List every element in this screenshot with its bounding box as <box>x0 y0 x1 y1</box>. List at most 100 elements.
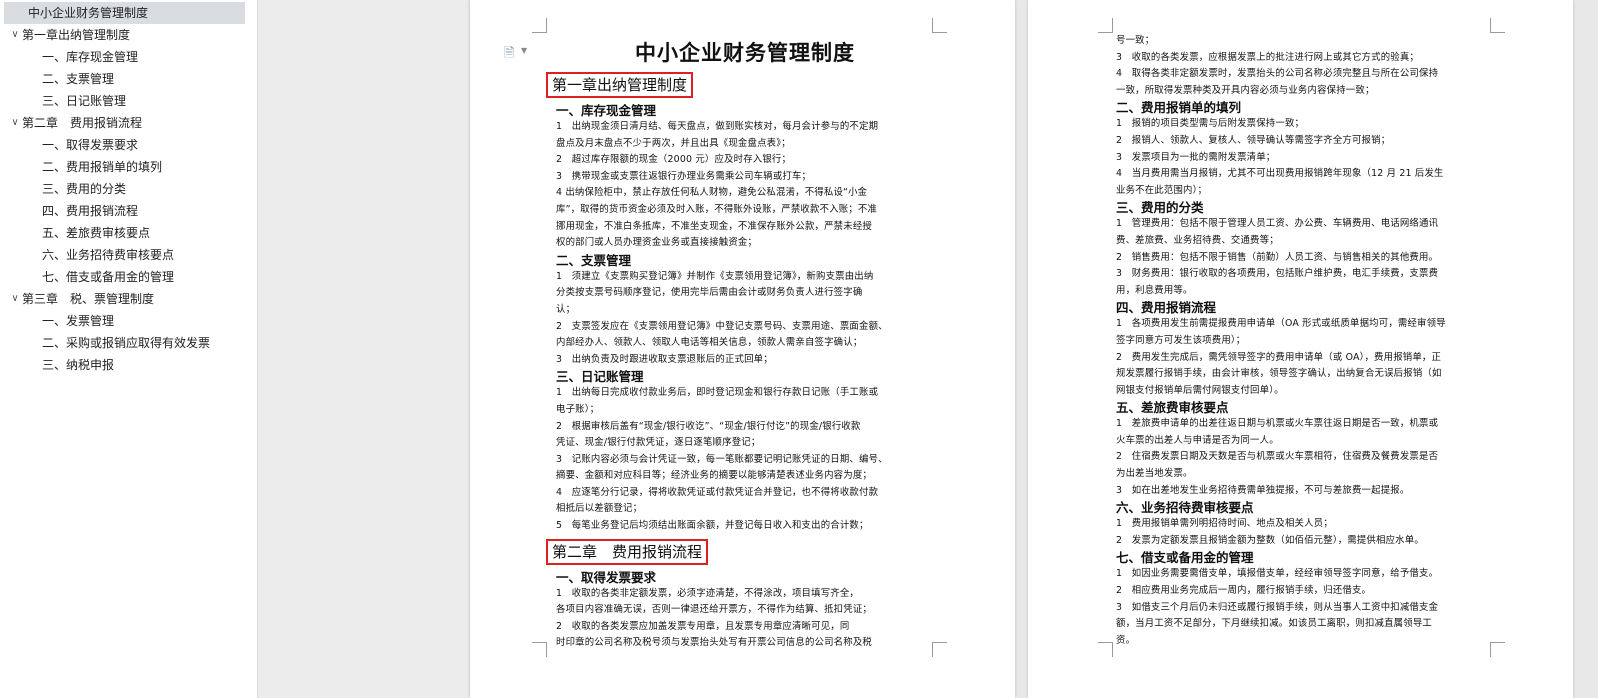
workspace-gap <box>258 0 468 698</box>
section-body: 1 须建立《支票购买登记簿》并制作《支票领用登记簿》，新购支票由出纳 分类按支票号… <box>556 269 934 369</box>
body-text-line: 2 销售费用：包括不限于销售（前勤）人员工资、与销售相关的其他费用。 <box>1116 251 1439 263</box>
body-text-line: 用，利息费用等。 <box>1116 284 1193 296</box>
nav-item[interactable]: 五、差旅费审核要点 <box>0 222 257 244</box>
nav-item-label: 三、费用的分类 <box>42 182 127 196</box>
nav-outline: ∨ 第一章出纳管理制度 一、库存现金管理 二、支票管理 三、日记账管理 ∨ 第二章 费用报销… <box>0 24 257 376</box>
margin-mark-bottom-right <box>932 642 947 657</box>
nav-item-label: 四、费用报销流程 <box>42 204 139 218</box>
nav-item[interactable]: 三、纳税申报 <box>0 354 257 376</box>
chapter-1-heading: 第一章出纳管理制度 <box>546 72 694 98</box>
body-text-line: 2 根据审核后盖有“现金/银行收讫”、“现金/银行付讫”的现金/银行收款 <box>556 420 861 432</box>
chevron-down-icon[interactable]: ∨ <box>8 288 22 310</box>
section-heading: 四、费用报销流程 <box>1116 300 1217 316</box>
page-2-content: 号一致； 3 收取的各类发票，应根据发票上的批注进行网上或其它方式的验真； 4 取得… <box>1116 33 1491 649</box>
nav-item[interactable]: 三、费用的分类 <box>0 178 257 200</box>
nav-root-label: 中小企业财务管理制度 <box>28 6 149 20</box>
body-text-line: 规发票履行报销手续，由会计审核，领导签字确认，出纳复合无误后报销（如 <box>1116 368 1442 380</box>
paragraph-format-icon[interactable]: 🗎 <box>504 44 518 61</box>
nav-item[interactable]: ∨ 第三章 税、票管理制度 <box>0 288 257 310</box>
body-text-line: 1 如因业务需要需借支单，填报借支单，经经审领导签字同意，给予借支。 <box>1116 568 1439 580</box>
nav-item-label: 二、采购或报销应取得有效发票 <box>42 336 211 350</box>
body-text-line: 1 须建立《支票购买登记簿》并制作《支票领用登记簿》，新购支票由出纳 <box>556 270 874 282</box>
nav-item[interactable]: 一、库存现金管理 <box>0 46 257 68</box>
document-title: 中小企业财务管理制度 <box>635 40 855 65</box>
nav-item[interactable]: 二、采购或报销应取得有效发票 <box>0 332 257 354</box>
nav-item-label: 二、支票管理 <box>42 72 115 86</box>
body-text-line: 2 报销人、领款人、复核人、领导确认等需签字齐全方可报销； <box>1116 134 1391 146</box>
body-text-line: 2 发票为定额发票且报销金额为整数（如佰佰元整），需提供相应水单。 <box>1116 534 1424 546</box>
nav-item-label: 三、日记账管理 <box>42 94 127 108</box>
body-text-line: 摘要、金额和对应科目等；经济业务的摘要以能够清楚表述业务内容为度； <box>556 470 872 482</box>
body-text-line: 各项目内容准确无误，否则一律退还给开票方，不得作为结算、抵扣凭证； <box>556 604 872 616</box>
nav-item-document-title[interactable]: 中小企业财务管理制度 <box>4 2 245 24</box>
nav-item[interactable]: 二、支票管理 <box>0 68 257 90</box>
section-body: 1 收取的各类非定额发票，必须字迹清楚，不得涂改，项目填写齐全， 各项目内容准确无… <box>556 586 934 652</box>
nav-item[interactable]: 三、日记账管理 <box>0 90 257 112</box>
nav-item[interactable]: ∨ 第一章出纳管理制度 <box>0 24 257 46</box>
body-text-line: 3 收取的各类发票，应根据发票上的批注进行网上或其它方式的验真； <box>1116 51 1419 63</box>
margin-mark-top-right <box>1490 18 1505 33</box>
section-heading: 一、库存现金管理 <box>556 103 657 118</box>
body-text-line: 4 出纳保险柜中，禁止存放任何私人财物，避免公私混淆，不得私设“小金 <box>556 187 868 199</box>
document-page-1: 🗎 ▼ 中小企业财务管理制度 第一章出纳管理制度 一、库存现金管理 1 出纳现金… <box>470 0 1015 698</box>
section-heading: 三、日记账管理 <box>556 369 644 385</box>
nav-item-label: 六、业务招待费审核要点 <box>42 248 175 262</box>
section-body: 1 各项费用发生前需提报费用申请单（OA 形式或纸质单据均可，需经审领导 签字同意… <box>1116 316 1491 399</box>
body-text-line: 号一致； <box>1116 35 1155 46</box>
nav-item[interactable]: 四、费用报销流程 <box>0 200 257 222</box>
body-text-line: 1 出纳现金须日清月结、每天盘点，做到账实核对，每月会计参与的不定期 <box>556 121 879 132</box>
nav-item-label: 一、库存现金管理 <box>42 50 139 64</box>
body-text-line: 火车票的出差人与申请是否为同一人。 <box>1116 434 1279 446</box>
body-text-line: 电子账）； <box>556 403 600 415</box>
chevron-down-icon[interactable]: ∨ <box>8 24 22 46</box>
margin-mark-top-left <box>1098 18 1113 33</box>
nav-item-label: 一、发票管理 <box>42 314 115 328</box>
section-body: 1 报销的项目类型需与后附发票保持一致； 2 报销人、领款人、复核人、领导确认等需… <box>1116 116 1491 199</box>
body-text-line: 4 取得各类非定额发票时，发票抬头的公司名称必须完整且与所在公司保持 <box>1116 68 1439 80</box>
body-text-line: 签字同意方可发生该项费用）； <box>1116 334 1246 346</box>
chevron-down-icon[interactable]: ▼ <box>521 46 527 55</box>
body-text-line: 内部经办人、领款人、领取人电话等相关信息，领款人需亲自签字确认； <box>556 337 863 349</box>
nav-item[interactable]: 六、业务招待费审核要点 <box>0 244 257 266</box>
body-text-line: 一致，所取得发票种类及开具内容必须与业务内容保持一致； <box>1116 84 1375 96</box>
section-heading: 五、差旅费审核要点 <box>1116 400 1229 416</box>
section-body: 1 差旅费申请单的出差往返日期与机票或火车票往返日期是否一致，机票或 火车票的出差… <box>1116 416 1491 499</box>
margin-mark-bottom-left <box>532 642 547 657</box>
section-heading: 六、业务招待费审核要点 <box>1116 500 1254 516</box>
body-text-line: 分类按支票号码顺序登记，使用完毕后需由会计或财务负责人进行签字确 <box>556 287 863 299</box>
nav-item[interactable]: 一、取得发票要求 <box>0 134 257 156</box>
body-text-line: 3 如在出差地发生业务招待费需单独提报，不可与差旅费一起提报。 <box>1116 484 1410 496</box>
margin-mark-top-left <box>532 18 547 33</box>
nav-item-label: 第二章 费用报销流程 <box>22 116 143 130</box>
section-body: 1 出纳每日完成收付款业务后，即时登记现金和银行存款日记账（手工账或 电子账）； 2… <box>556 385 934 534</box>
section-heading: 一、取得发票要求 <box>556 569 657 585</box>
body-text-line: 4 当月费用需当月报销，尤其不可出现费用报销跨年现象（12 月 21 后发生 <box>1116 168 1444 180</box>
body-text-line: 3 发票项目为一批的需附发票清单； <box>1116 151 1276 163</box>
body-text-line: 盘点及月末盘点不少于两次，并且出具《现金盘点表》； <box>556 137 791 149</box>
body-text-line: 凭证、现金/银行付款凭证，逐日逐笔顺序登记； <box>556 437 761 449</box>
body-text-line: 1 各项费用发生前需提报费用申请单（OA 形式或纸质单据均可，需经审领导 <box>1116 318 1446 330</box>
body-text-line: 2 住宿费发票日期及天数是否与机票或火车票相符，住宿费及餐费发票是否 <box>1116 451 1439 463</box>
body-text-line: 权的部门或人员办理资金业务或直接接触资金； <box>556 237 758 249</box>
nav-item[interactable]: ∨ 第二章 费用报销流程 <box>0 112 257 134</box>
body-text-line: 额，当月工资不足部分，下月继续扣减。如该员工离职，则扣减直属领导工 <box>1116 618 1432 630</box>
margin-mark-top-right <box>932 18 947 33</box>
section-heading: 三、费用的分类 <box>1116 200 1204 216</box>
section-body: 1 管理费用：包括不限于管理人员工资、办公费、车辆费用、电话网络通讯 费、差旅费、… <box>1116 216 1491 299</box>
nav-item[interactable]: 二、费用报销单的填列 <box>0 156 257 178</box>
nav-item[interactable]: 一、发票管理 <box>0 310 257 332</box>
section-heading: 二、支票管理 <box>556 252 632 268</box>
body-text-line: 相抵后以差额登记； <box>556 503 643 515</box>
navigation-pane: 中小企业财务管理制度 ∨ 第一章出纳管理制度一、库存现金管理 二、支票管理 三、日记账… <box>0 0 258 698</box>
body-text-line: 时印章的公司名称及税号须与发票抬头处写有开票公司信息的公司名称及税 <box>556 637 872 649</box>
body-text-line: 网银支付报销单后需付网银支付回单）。 <box>1116 384 1284 396</box>
chevron-down-icon[interactable]: ∨ <box>8 112 22 134</box>
nav-item[interactable]: 七、借支或备用金的管理 <box>0 266 257 288</box>
body-text-line: 1 出纳每日完成收付款业务后，即时登记现金和银行存款日记账（手工账或 <box>556 387 879 399</box>
body-text-line: 费、差旅费、业务招待费、交通费等； <box>1116 234 1279 246</box>
body-text-line: 1 差旅费申请单的出差往返日期与机票或火车票往返日期是否一致，机票或 <box>1116 418 1439 430</box>
nav-item-label: 第三章 税、票管理制度 <box>22 292 155 306</box>
body-text-line: 库”，取得的货币资金必须及时入账，不得账外设账，严禁收款不入账；不准 <box>556 203 878 215</box>
margin-mark-bottom-left <box>1098 642 1113 657</box>
nav-item-label: 五、差旅费审核要点 <box>42 226 151 240</box>
